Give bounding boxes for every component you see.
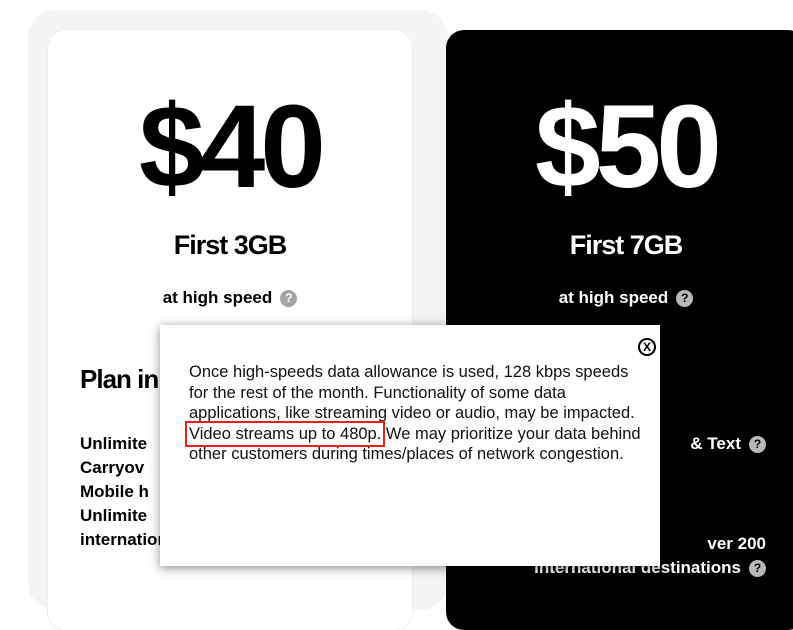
plan-data-amount: First 3GB [173, 230, 288, 260]
speed-label-text: at high speed [162, 288, 273, 307]
popup-message: Once high-speeds data allowance is used,… [184, 362, 649, 465]
help-icon[interactable]: ? [280, 290, 298, 307]
plan-speed-label: at high speed? [446, 288, 793, 308]
feature-item-text: & Text [690, 434, 741, 453]
plan-data-amount: First 7GB [569, 230, 684, 260]
popup-highlighted-text: Video streams up to 480p. [184, 420, 386, 447]
plan-price: $50 [535, 81, 722, 213]
data-allowance-popup: X Once high-speeds data allowance is use… [160, 325, 660, 566]
help-icon[interactable]: ? [749, 436, 766, 453]
plan-includes-heading: Plan in [80, 364, 159, 394]
speed-label-text: at high speed [558, 288, 669, 307]
help-icon[interactable]: ? [676, 290, 694, 307]
plan-price: $40 [139, 81, 326, 213]
plan-speed-label: at high speed? [48, 288, 412, 308]
popup-text-before: Once high-speeds data allowance is used,… [189, 363, 635, 422]
help-icon[interactable]: ? [749, 560, 766, 577]
close-icon[interactable]: X [638, 338, 656, 356]
feature-talk-text: & Text? [690, 432, 766, 456]
